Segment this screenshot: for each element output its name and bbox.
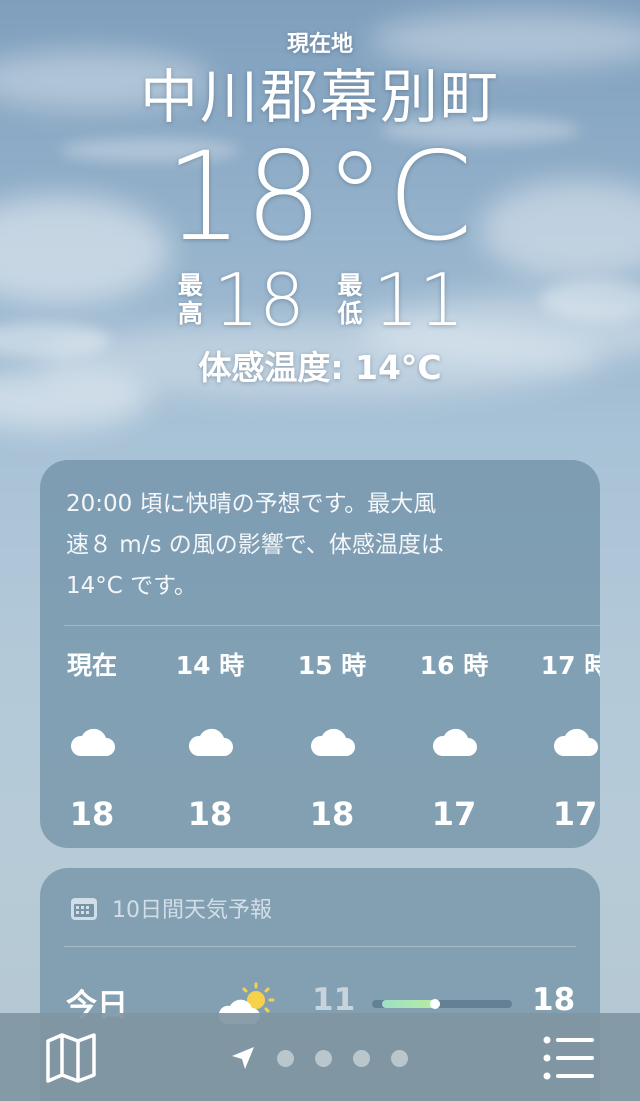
high-label: 最 高 bbox=[175, 272, 205, 328]
hour-temperature: 18 bbox=[187, 795, 233, 833]
hour-item: 15 時 18 bbox=[277, 646, 387, 836]
page-dot[interactable] bbox=[315, 1049, 332, 1067]
hour-item: 現在 18 bbox=[40, 646, 147, 836]
location-label: 現在地 bbox=[286, 32, 353, 57]
hourly-forecast-card[interactable]: 20:00 頃に快晴の予想です。最大風 速８ m/s の風の影響で、体感温度は … bbox=[40, 460, 600, 848]
low-label-char-2: 低 bbox=[337, 299, 363, 328]
city-name: 中川郡幕別町 bbox=[139, 63, 500, 131]
page-dot[interactable] bbox=[277, 1049, 294, 1067]
cloud-icon bbox=[155, 712, 265, 772]
low-value: 11 bbox=[373, 258, 465, 342]
current-weather-header: 現在地 中川郡幕別町 18°C 最 高 18 最 低 11 体感温度: 14°C bbox=[0, 30, 640, 390]
low-label: 最 低 bbox=[335, 272, 365, 328]
hour-temperature: 17 bbox=[552, 795, 598, 833]
list-icon[interactable] bbox=[542, 1035, 596, 1081]
ten-day-forecast-title: 10日間天気予報 bbox=[112, 898, 272, 923]
temperature-range-bar bbox=[372, 999, 512, 1009]
high-value: 18 bbox=[213, 258, 305, 342]
page-dot[interactable] bbox=[391, 1049, 408, 1067]
card-divider bbox=[64, 946, 576, 947]
high-label-char-2: 高 bbox=[177, 299, 203, 328]
forecast-summary: 20:00 頃に快晴の予想です。最大風 速８ m/s の風の影響で、体感温度は … bbox=[66, 484, 566, 607]
hour-item: 16 時 17 bbox=[399, 646, 509, 836]
bottom-toolbar bbox=[0, 1013, 640, 1101]
cloud-icon bbox=[40, 712, 147, 772]
hour-temperature: 18 bbox=[69, 795, 115, 833]
summary-line: 14°C です。 bbox=[66, 573, 197, 599]
hour-label: 16 時 bbox=[419, 651, 489, 680]
hour-temperature: 17 bbox=[431, 795, 477, 833]
feels-like-temperature: 体感温度: 14°C bbox=[198, 348, 442, 387]
low-temperature: 最 低 11 bbox=[335, 258, 465, 342]
cloud-icon bbox=[520, 712, 600, 772]
low-label-char-1: 最 bbox=[337, 271, 363, 300]
hourly-scroll-row[interactable]: 現在 18 14 時 18 15 時 18 16 時 17 17 時 17 bbox=[40, 646, 600, 833]
card-divider bbox=[64, 625, 600, 626]
location-arrow-icon bbox=[230, 1045, 256, 1071]
hour-label: 15 時 bbox=[297, 651, 367, 680]
hour-label: 現在 bbox=[66, 651, 117, 680]
hour-label: 14 時 bbox=[175, 651, 245, 680]
cloud-icon bbox=[399, 712, 509, 772]
hour-temperature: 18 bbox=[309, 795, 355, 833]
ten-day-forecast-header: 10日間天気予報 bbox=[70, 892, 272, 924]
map-icon[interactable] bbox=[44, 1031, 98, 1085]
high-low-temperatures: 最 高 18 最 低 11 bbox=[0, 260, 640, 340]
calendar-icon bbox=[70, 895, 98, 921]
hour-item: 14 時 18 bbox=[155, 646, 265, 836]
high-label-char-1: 最 bbox=[177, 271, 203, 300]
current-temperature-dot bbox=[430, 999, 440, 1009]
hour-label: 17 時 bbox=[540, 651, 600, 680]
summary-line: 20:00 頃に快晴の予想です。最大風 bbox=[66, 491, 437, 517]
page-indicator[interactable] bbox=[230, 1045, 408, 1071]
cloud-icon bbox=[277, 712, 387, 772]
current-temperature: 18°C bbox=[165, 126, 475, 268]
summary-line: 速８ m/s の風の影響で、体感温度は bbox=[66, 532, 444, 558]
page-dot[interactable] bbox=[353, 1049, 370, 1067]
hour-item: 17 時 17 bbox=[520, 646, 600, 836]
high-temperature: 最 高 18 bbox=[175, 260, 305, 340]
